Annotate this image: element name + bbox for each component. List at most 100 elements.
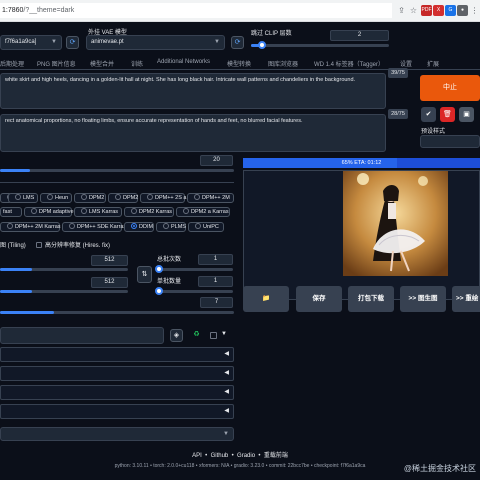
accordion-2[interactable]: ◀ [0, 366, 234, 381]
width-slider[interactable] [0, 268, 128, 271]
batch-count-slider[interactable] [155, 265, 233, 273]
accordion-4[interactable]: ◀ [0, 404, 234, 419]
radio-icon [15, 194, 21, 200]
radio-icon [183, 208, 189, 214]
steps-input[interactable]: 20 [200, 155, 233, 166]
swap-dimensions-icon[interactable]: ⇅ [137, 266, 152, 283]
zip-download-button[interactable]: 打包下载 [348, 286, 394, 312]
sampler-plms[interactable]: PLMS [156, 222, 186, 232]
accordion-3[interactable]: ◀ [0, 385, 234, 400]
script-select[interactable]: ▼ [0, 427, 234, 441]
radio-icon [194, 194, 200, 200]
tab-extras[interactable]: 后期处理 [0, 59, 24, 68]
batch-size-slider[interactable] [155, 287, 233, 295]
dice-icon[interactable]: ◈ [170, 329, 183, 342]
refresh-vae-icon[interactable]: ⟳ [231, 36, 244, 49]
sampler-dpmpp-2m-karras[interactable]: DPM++ 2M Karras [0, 222, 61, 232]
sampler-lms-karras[interactable]: LMS Karras [74, 207, 122, 217]
sampler-dpm-adaptive[interactable]: DPM adaptive [24, 207, 74, 217]
footer-link-gradio[interactable]: Gradio [237, 453, 255, 459]
chevron-left-icon: ◀ [224, 389, 229, 395]
cfg-scale-fill [0, 311, 54, 314]
address-bar[interactable]: 1:7860/?__theme=dark [0, 3, 392, 18]
generated-image[interactable] [343, 171, 448, 276]
styles-label: 预设样式 [421, 129, 446, 135]
sampler-unipc[interactable]: UniPC [188, 222, 224, 232]
sampler-dpm2[interactable]: DPM2 [74, 193, 106, 203]
trash-icon[interactable]: 🗑 [440, 107, 455, 122]
tab-png-info[interactable]: PNG 图片信息 [37, 59, 76, 68]
styles-select[interactable] [420, 135, 480, 148]
tab-extensions[interactable]: 扩展 [427, 59, 439, 68]
tiling-checkbox[interactable]: 图 (Tiling) [0, 240, 26, 249]
extra-seed-checkbox[interactable] [210, 332, 217, 339]
checkpoint-select[interactable]: f7f6a1a9ca] ▼ [0, 35, 62, 50]
send-to-inpaint-button[interactable]: >> 重绘 [452, 286, 480, 312]
checkbox-icon [36, 242, 42, 248]
url-path: /?__theme=dark [23, 7, 75, 14]
radio-icon [47, 194, 53, 200]
positive-prompt-input[interactable]: white skirt and high heels, dancing in a… [0, 73, 386, 109]
negative-prompt-input[interactable]: rect anatomical proportions, no floating… [0, 114, 386, 152]
pdf-extension-icon[interactable]: PDF [421, 5, 432, 16]
chevron-down-icon[interactable]: ▼ [221, 331, 227, 337]
clipboard-icon[interactable]: ▣ [459, 107, 474, 122]
cfg-scale-slider[interactable] [0, 311, 234, 314]
batch-count-input[interactable]: 1 [198, 254, 233, 265]
sampler-heun[interactable]: Heun [40, 193, 72, 203]
sampler-dpm2-karras[interactable]: DPM2 Karras [124, 207, 174, 217]
extension-icon-red[interactable]: X [433, 5, 444, 16]
interrupt-button[interactable]: 中止 [420, 75, 480, 101]
menu-icon[interactable]: ⋮ [469, 5, 480, 16]
check-icon[interactable]: ✔ [421, 107, 436, 122]
sampler-label: UniPC [203, 224, 219, 230]
footer-link-api[interactable]: API [192, 453, 202, 459]
radio-selected-icon [131, 223, 137, 229]
open-folder-button[interactable]: 📁 [243, 286, 289, 312]
tab-additional-networks[interactable]: Additional Networks [157, 59, 210, 65]
tab-train[interactable]: 训练 [131, 59, 143, 68]
seed-input[interactable] [0, 327, 164, 344]
hires-fix-checkbox[interactable]: 高分辨率修复 (Hires. fix) [36, 240, 110, 249]
bookmark-star-icon[interactable]: ☆ [408, 5, 419, 16]
steps-slider[interactable] [0, 169, 234, 172]
sampler-dpmpp-2s-a[interactable]: DPM++ 2S a [140, 193, 187, 203]
width-input[interactable]: 512 [91, 255, 128, 266]
sampler-dpm-fast[interactable]: fast [0, 207, 22, 217]
sampler-dpm2-a-karras[interactable]: DPM2 a Karras [176, 207, 230, 217]
recycle-icon[interactable]: ♻ [190, 329, 203, 342]
footer-link-github[interactable]: Github [211, 453, 229, 459]
extension-icon-blue[interactable]: G [445, 5, 456, 16]
clip-skip-label: 跳过 CLIP 层数 [251, 31, 292, 37]
share-icon[interactable]: ⇪ [396, 5, 407, 16]
vae-select[interactable]: animevae.pt ▼ [86, 35, 225, 50]
batch-size-input[interactable]: 1 [198, 276, 233, 287]
webui-app: f7f6a1a9ca] ▼ ⟳ 外挂 VAE 模型 animevae.pt ▼ … [0, 22, 480, 480]
send-to-img2img-button[interactable]: >> 图生图 [400, 286, 446, 312]
tab-tagger[interactable]: WD 1.4 标签器（Tagger） [314, 59, 384, 68]
radio-icon [69, 223, 75, 229]
sampler-dpm2-a[interactable]: DPM2 a [108, 193, 143, 203]
tab-settings[interactable]: 设置 [400, 59, 412, 68]
height-slider[interactable] [0, 290, 128, 293]
extensions-icon[interactable]: ● [457, 5, 468, 16]
batch-size-knob[interactable] [155, 287, 163, 295]
tab-model-converter[interactable]: 模型转换 [227, 59, 251, 68]
tab-image-browser[interactable]: 图库浏览器 [268, 59, 298, 68]
sampler-lms[interactable]: LMS [8, 193, 38, 203]
sampler-dpmpp-sde-karras[interactable]: DPM++ SDE Karras [62, 222, 126, 232]
height-input[interactable]: 512 [91, 277, 128, 288]
save-button[interactable]: 保存 [296, 286, 342, 312]
output-gallery [243, 170, 480, 300]
batch-count-knob[interactable] [155, 265, 163, 273]
sampler-ddim[interactable]: DDIM [124, 222, 154, 232]
clip-skip-knob[interactable] [258, 41, 267, 49]
tab-checkpoint-merger[interactable]: 模型合并 [90, 59, 114, 68]
footer-link-reload-ui[interactable]: 重载前端 [264, 453, 288, 459]
sampler-dpmpp-2m[interactable]: DPM++ 2M [187, 193, 234, 203]
clip-skip-input[interactable]: 2 [330, 30, 389, 41]
cfg-scale-input[interactable]: 7 [200, 297, 233, 308]
refresh-checkpoint-icon[interactable]: ⟳ [66, 36, 79, 49]
clip-skip-slider[interactable] [251, 41, 389, 49]
accordion-1[interactable]: ◀ [0, 347, 234, 362]
